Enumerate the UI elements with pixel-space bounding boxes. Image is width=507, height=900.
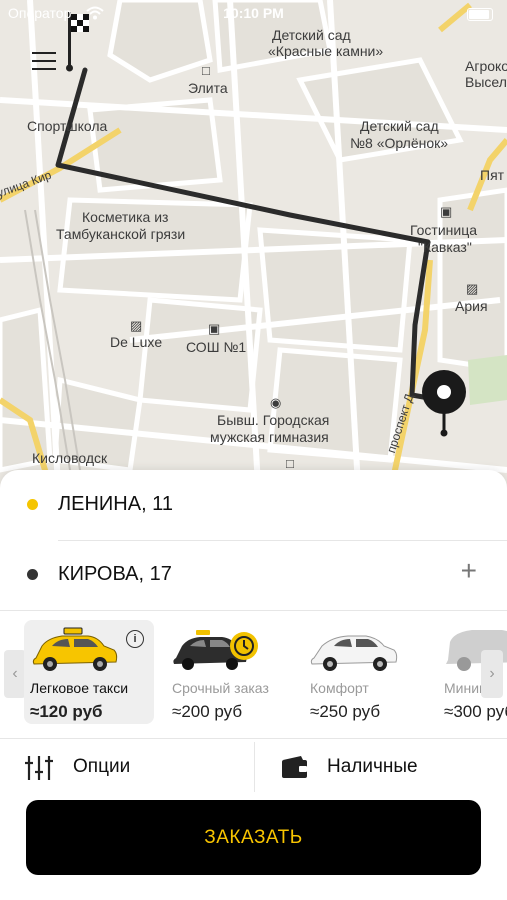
hotel-icon: ▨ <box>130 318 143 333</box>
map-label: Элита <box>188 80 228 96</box>
bus-stop-icon: ▣ <box>440 204 453 219</box>
map-label: Детский сад <box>360 118 439 134</box>
tariff-name: Легковое такси <box>30 680 129 696</box>
divider <box>0 610 507 611</box>
divider <box>0 738 507 739</box>
wallet-icon <box>282 756 307 778</box>
bus-stop-icon: ▣ <box>208 321 221 336</box>
add-stop-button[interactable]: + <box>461 555 477 587</box>
status-bar: Оператор 10:10 PM <box>0 0 507 28</box>
scroll-right-icon[interactable]: › <box>481 650 503 698</box>
hotel-icon: ▨ <box>466 281 479 296</box>
comfort-car-icon <box>310 635 398 671</box>
order-button[interactable]: ЗАКАЗАТЬ <box>26 800 481 875</box>
tariff-price: ≈120 руб <box>30 702 103 721</box>
to-dot-icon <box>27 569 38 580</box>
urgent-car-icon <box>173 630 258 670</box>
taxi-car-icon <box>32 627 118 671</box>
map-label: Детский сад <box>272 27 351 43</box>
scroll-left-icon[interactable]: ‹ <box>4 650 26 698</box>
map-label: De Luxe <box>110 334 163 350</box>
options-button[interactable]: Опции <box>0 742 254 792</box>
sliders-icon <box>25 756 53 780</box>
options-row: Опции Наличные <box>0 742 507 794</box>
menu-icon[interactable] <box>32 52 56 72</box>
info-icon[interactable]: i <box>126 630 144 648</box>
map-label: Кисловодск <box>32 450 108 466</box>
from-dot-icon <box>27 499 38 510</box>
map-label: Тамбуканской грязи <box>56 226 186 242</box>
map-label: Спортшкола <box>27 118 108 134</box>
map-label: Косметика из <box>82 209 169 225</box>
destination-pin-icon <box>422 370 466 437</box>
tariff-card-economy[interactable]: i Легковое такси ≈120 руб <box>24 620 154 724</box>
map-label: №8 «Орлёнок» <box>350 135 449 151</box>
to-address-row[interactable]: КИРОВА, 17 + <box>0 540 507 610</box>
tariff-price: ≈250 руб <box>310 702 381 721</box>
camera-icon: ◉ <box>270 395 282 410</box>
map-label: мужская гимназия <box>210 429 329 445</box>
options-label: Опции <box>73 756 131 777</box>
map-label: Бывш. Городская <box>217 412 330 428</box>
tariff-price: ≈300 руб <box>444 702 507 721</box>
tariff-carousel[interactable]: ‹ i Легковое такси ≈120 руб Срочный зака… <box>0 618 507 733</box>
tariff-name: Срочный заказ <box>172 680 269 696</box>
map-label: "Кавказ" <box>418 239 472 255</box>
order-sheet: ЛЕНИНА, 11 КИРОВА, 17 + ‹ i Легковое так… <box>0 470 507 900</box>
from-address-row[interactable]: ЛЕНИНА, 11 <box>0 470 507 540</box>
from-address: ЛЕНИНА, 11 <box>58 493 173 515</box>
map-label: Высел <box>465 74 507 90</box>
map-label: СОШ №1 <box>186 339 247 355</box>
tariff-card-comfort[interactable]: Комфорт ≈250 руб <box>304 620 434 724</box>
payment-method-button[interactable]: Наличные <box>255 742 507 792</box>
battery-icon <box>467 8 493 21</box>
shop-icon: □ <box>202 63 210 78</box>
to-address: КИРОВА, 17 <box>58 563 172 585</box>
map-label: Агроко <box>465 58 507 74</box>
map-label: Пят <box>480 167 505 183</box>
payment-label: Наличные <box>327 756 418 777</box>
tariff-name: Комфорт <box>310 680 369 696</box>
map-label: Ария <box>455 298 488 314</box>
tariff-card-urgent[interactable]: Срочный заказ ≈200 руб <box>166 620 296 724</box>
map-label: «Красные камни» <box>268 43 384 59</box>
status-time: 10:10 PM <box>223 5 284 21</box>
map-view[interactable]: ▣ ▣ ◉ □ □ ▨ ▨ Детский сад «Красные камни… <box>0 0 507 520</box>
map-label: Гостиница <box>410 222 478 238</box>
tariff-price: ≈200 руб <box>172 702 243 721</box>
